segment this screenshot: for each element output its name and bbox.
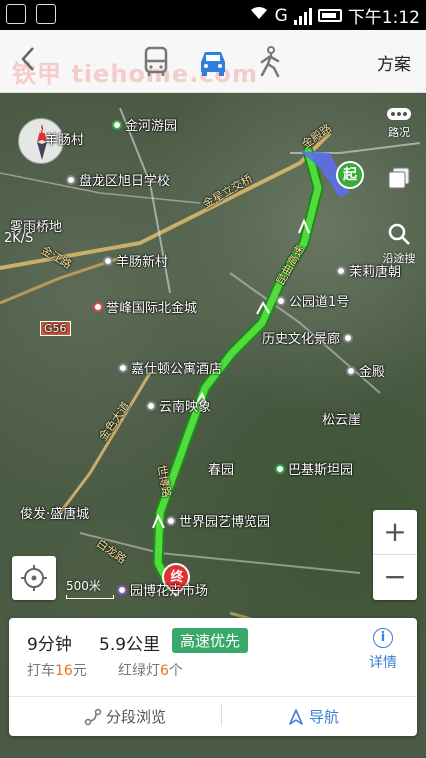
route-distance: 5.9公里 — [99, 635, 161, 655]
poi-icon — [66, 174, 76, 185]
map-scale: 500米 — [66, 577, 114, 599]
back-button[interactable] — [18, 44, 48, 78]
navigate-button[interactable]: 导航 — [287, 706, 339, 727]
place-label[interactable]: 誉峰国际北金城 — [93, 297, 197, 316]
poi-icon — [93, 301, 103, 312]
highway-shield: G56 — [40, 321, 71, 336]
info-icon: i — [373, 628, 393, 648]
notification-icons — [6, 4, 56, 24]
place-label[interactable]: 雾雨桥地 — [10, 216, 62, 235]
more-dots-icon — [387, 108, 411, 120]
car-mode-button[interactable] — [195, 44, 231, 80]
place-label[interactable]: 历史文化景廊 — [262, 328, 354, 347]
locate-icon — [21, 565, 47, 591]
walk-icon — [260, 46, 280, 78]
scale-bar — [66, 595, 114, 599]
walk-mode-button[interactable] — [252, 44, 288, 80]
market-icon — [117, 584, 127, 595]
segment-browse-button[interactable]: 分段浏览 — [84, 706, 166, 727]
route-info-panel: 9分钟 5.9公里 高速优先 打车16元 红绿灯6个 i 详情 分段浏览 导航 — [9, 618, 417, 736]
poi-icon — [166, 515, 176, 526]
place-label[interactable]: 春园 — [208, 459, 234, 478]
plan-button[interactable]: 方案 — [377, 50, 411, 75]
poi-icon — [118, 362, 128, 373]
place-label[interactable]: 羊肠村 — [45, 129, 84, 148]
park-icon — [112, 119, 122, 130]
zoom-in-button[interactable]: + — [373, 510, 417, 555]
scale-label: 500米 — [66, 579, 101, 593]
panel-divider — [9, 696, 417, 697]
panel-vertical-divider — [221, 704, 222, 726]
poi-icon — [346, 365, 356, 376]
route-segments-icon — [84, 708, 102, 725]
poi-icon — [343, 332, 354, 343]
bus-mode-button[interactable] — [138, 44, 174, 80]
notification-app-icon — [6, 4, 26, 24]
road-conditions-label: 路况 — [388, 126, 410, 139]
zoom-controls: + − — [373, 510, 417, 600]
route-preference-tag: 高速优先 — [172, 628, 249, 653]
place-label[interactable]: 云南映象 — [146, 396, 211, 415]
bus-icon — [144, 46, 168, 76]
status-bar: G 下午1:12 — [0, 0, 426, 30]
place-label[interactable]: 盘龙区旭日学校 — [66, 170, 170, 189]
detail-button[interactable]: i 详情 — [365, 628, 401, 672]
network-type: G — [274, 5, 288, 26]
place-label[interactable]: 松云崖 — [322, 409, 361, 428]
svg-text:N: N — [39, 127, 44, 135]
place-label[interactable]: 巴基斯坦园 — [275, 459, 353, 478]
place-label[interactable]: 园博花卉市场 — [117, 580, 208, 599]
place-label[interactable]: 嘉仕顿公寓酒店 — [118, 358, 222, 377]
wifi-icon — [249, 5, 269, 26]
image-notification-icon — [36, 4, 56, 24]
place-label[interactable]: 金河游园 — [112, 115, 177, 134]
park-icon — [275, 463, 285, 474]
navigation-arrow-icon — [289, 708, 303, 725]
signal-icon — [293, 7, 312, 25]
clock: 下午1:12 — [347, 8, 420, 28]
zoom-out-button[interactable]: − — [373, 555, 417, 600]
car-icon — [201, 52, 225, 76]
search-along-route-button[interactable]: 沿途搜 — [382, 221, 416, 266]
route-duration: 9分钟 — [27, 635, 72, 655]
place-label[interactable]: 世界园艺博览园 — [166, 511, 270, 530]
layers-button[interactable] — [382, 165, 416, 194]
poi-icon — [276, 295, 286, 306]
poi-icon — [146, 400, 156, 411]
place-label[interactable]: 公园道1号 — [276, 291, 349, 310]
poi-icon — [336, 265, 346, 276]
place-label[interactable]: 茉莉唐朝 — [336, 261, 401, 280]
chevron-left-icon — [21, 47, 34, 71]
place-label[interactable]: 金殿 — [346, 361, 385, 380]
status-right: G 下午1:12 — [249, 3, 420, 28]
traffic-lights-count: 红绿灯6个 — [118, 663, 183, 679]
place-label[interactable]: 俊发·盛唐城 — [20, 503, 89, 522]
route-mode-bar: 铁甲 tiehome.com 方案 — [0, 30, 426, 93]
detail-label: 详情 — [369, 655, 397, 671]
place-label[interactable]: 羊肠新村 — [103, 251, 168, 270]
poi-icon — [103, 255, 113, 266]
search-icon — [388, 223, 410, 245]
battery-icon — [317, 9, 342, 22]
road-conditions-button[interactable]: 路况 — [382, 107, 416, 140]
start-marker[interactable]: 起 — [336, 161, 364, 189]
taxi-fare: 打车16元 — [27, 663, 87, 679]
locate-button[interactable] — [12, 556, 56, 600]
layers-icon — [388, 167, 410, 189]
